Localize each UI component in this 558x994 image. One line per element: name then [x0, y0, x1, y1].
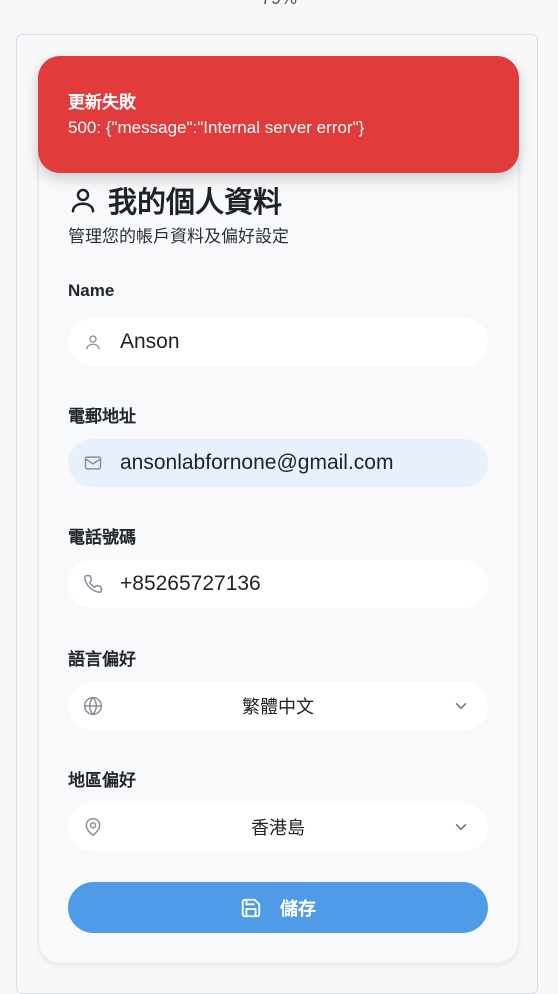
chevron-down-icon [452, 697, 470, 715]
name-label: Name [68, 281, 115, 300]
page-subtitle: 管理您的帳戶資料及偏好設定 [68, 227, 289, 246]
phone-icon [82, 573, 104, 595]
phone-label: 電話號碼 [68, 528, 136, 547]
user-icon [68, 185, 98, 215]
language-value: 繁體中文 [242, 697, 314, 717]
zoom-indicator: 79% [0, 0, 558, 9]
email-field[interactable]: ansonlabfornone@gmail.com [68, 439, 488, 487]
email-label: 電郵地址 [68, 407, 136, 426]
region-label: 地區偏好 [68, 771, 136, 790]
phone-field[interactable]: +85265727136 [68, 560, 488, 608]
error-toast[interactable]: 更新失敗 500: {"message":"Internal server er… [38, 56, 519, 173]
email-value: ansonlabfornone@gmail.com [120, 451, 394, 474]
save-button[interactable]: 儲存 [68, 882, 488, 933]
phone-value: +85265727136 [120, 572, 261, 595]
name-field[interactable]: Anson [68, 318, 488, 366]
profile-header: 我的個人資料 [68, 180, 282, 220]
toast-title: 更新失敗 [68, 93, 136, 112]
language-label: 語言偏好 [68, 650, 136, 669]
toast-message: 500: {"message":"Internal server error"} [68, 118, 365, 137]
save-button-label: 儲存 [280, 898, 316, 919]
language-select[interactable]: 繁體中文 [68, 682, 488, 730]
chevron-down-icon [452, 818, 470, 836]
page-title: 我的個人資料 [108, 187, 283, 219]
name-value: Anson [120, 330, 180, 353]
region-select[interactable]: 香港島 [68, 803, 488, 851]
user-icon [82, 331, 104, 353]
mail-icon [82, 452, 104, 474]
save-icon [240, 897, 262, 919]
region-value: 香港島 [251, 818, 305, 838]
